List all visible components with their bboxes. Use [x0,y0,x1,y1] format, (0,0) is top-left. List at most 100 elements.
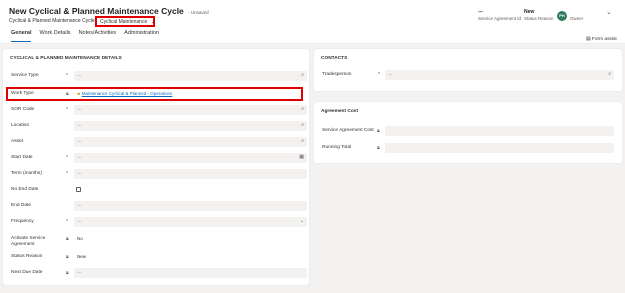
field-value: --- [77,123,82,128]
next-due-date-value: --- [74,268,307,278]
field-row-location: Location --- ⌕ [3,121,309,133]
service-agreement-cost-value [385,126,614,136]
field-label: Work Type [11,91,34,96]
field-label: Start Date [11,155,33,160]
field-row-asset: Asset --- ⌕ [3,137,309,149]
field-label: SOR Code [11,107,35,112]
work-type-link[interactable]: Maintenance Cyclical & Planned - Operati… [82,91,173,96]
tab-administration[interactable]: Administration [124,30,159,42]
field-value: New [77,254,87,259]
owner-label: Owner [570,16,584,21]
service-type-lookup[interactable]: --- ⌕ [74,71,307,81]
required-icon: * [378,72,380,78]
lock-icon: 🔒︎ [66,254,69,260]
section-title: CONTACTS [321,56,348,61]
field-value: --- [77,219,82,224]
field-row-start-date: Start Date * --- ▦ [3,153,309,165]
details-section: CYCLICAL & PLANNED MAINTENANCE DETAILS S… [3,49,309,285]
field-value: --- [77,171,82,176]
field-row-frequency: Frequency * --- ⌄ [3,217,309,229]
header-field-status-reason: New Status Reason [524,9,554,21]
record-title: New Cyclical & Planned Maintenance Cycle… [9,6,209,16]
lock-icon: 🔒︎ [377,128,380,134]
sor-code-lookup[interactable]: --- ⌕ [74,105,307,115]
tradesperson-lookup[interactable]: --- ⌕ [385,70,614,80]
term-months-input[interactable]: --- [74,169,307,179]
required-icon: * [66,219,68,225]
chevron-down-icon[interactable]: ⌄ [606,8,612,16]
chevron-down-icon: ⌄ [299,218,304,224]
field-row-work-type: Work Type 🔒︎ ▰ Maintenance Cyclical & Pl… [3,89,309,101]
frequency-select[interactable]: --- ⌄ [74,217,307,227]
required-icon: * [66,73,68,79]
field-row-activate-service-agreement: Activate Service Agreement 🔒︎ No [3,234,309,247]
field-label: Location [11,123,30,128]
field-value: --- [77,203,82,208]
field-row-end-date: End Date --- [3,201,309,213]
section-title: CYCLICAL & PLANNED MAINTENANCE DETAILS [10,56,122,61]
field-label: Status Reason [11,254,43,259]
tab-work-details[interactable]: Work Details [39,30,70,42]
field-row-tradesperson: Tradesperson * --- ⌕ [314,70,622,82]
activate-service-agreement-value: No [74,234,307,244]
search-icon[interactable]: ⌕ [301,122,304,128]
field-row-running-total: Running Total 🔒︎ [314,143,622,155]
folder-icon: ▰ [77,91,81,96]
asset-lookup[interactable]: --- ⌕ [74,137,307,147]
avatar[interactable]: PH [557,11,567,21]
end-date-input[interactable]: --- [74,201,307,211]
header-field-label: Status Reason [524,16,554,21]
field-row-next-due-date: Next Due Date 🔒︎ --- [3,268,309,280]
search-icon[interactable]: ⌕ [301,72,304,78]
header-field-service-agreement-id: --- Service Agreement Id [478,9,521,21]
field-row-term-months: Term (months) * --- [3,169,309,181]
field-label: Tradesperson [322,72,352,77]
field-value: --- [77,270,82,275]
field-value: --- [77,73,82,78]
required-icon: * [66,107,68,113]
no-end-date-checkbox[interactable] [76,187,81,192]
search-icon[interactable]: ⌕ [608,71,611,77]
lock-icon: 🔒︎ [66,236,69,242]
search-icon[interactable]: ⌕ [301,138,304,144]
field-row-service-type: Service Type * --- ⌕ [3,71,309,83]
lock-icon: 🔒︎ [66,270,69,276]
required-icon: * [66,171,68,177]
field-value: No [77,236,83,241]
field-row-sor-code: SOR Code * --- ⌕ [3,105,309,117]
tab-bar: General Work Details Notes/Activities Ad… [11,30,159,42]
field-label: No End Date [11,187,39,192]
form-assist-icon: ▤ [586,37,591,42]
lock-icon: 🔒︎ [377,145,380,151]
status-reason-value: New [74,252,307,262]
field-value: --- [77,107,82,112]
agreement-cost-section: Agreement Cost Service Agreement Cost 🔒︎… [314,102,622,163]
save-status: - Unsaved [188,10,209,15]
lock-icon: 🔒︎ [66,91,69,97]
form-assist-label: Form assist [591,37,617,42]
form-selector[interactable]: Cyclical Maintenance ⌄ [95,16,155,27]
record-title-text: New Cyclical & Planned Maintenance Cycle [9,6,184,16]
section-title: Agreement Cost [321,109,359,114]
chevron-down-icon: ⌄ [150,19,155,25]
form-selector-label: Cyclical Maintenance [100,19,148,25]
tab-notes-activities[interactable]: Notes/Activities [79,30,117,42]
field-value: --- [388,72,393,77]
field-row-no-end-date: No End Date [3,185,309,197]
entity-name: Cyclical & Planned Maintenance Cycle [9,18,95,24]
field-label: Activate Service Agreement [11,236,46,247]
field-label: Service Agreement Cost [322,128,374,133]
field-label: Next Due Date [11,270,43,275]
calendar-icon[interactable]: ▦ [299,154,304,160]
search-icon[interactable]: ⌕ [301,106,304,112]
field-label: Frequency [11,219,34,224]
location-lookup[interactable]: --- ⌕ [74,121,307,131]
form-assist-button[interactable]: ▤ Form assist [586,37,617,42]
work-type-lookup[interactable]: ▰ Maintenance Cyclical & Planned - Opera… [74,89,307,99]
required-icon: * [66,155,68,161]
field-label: Running Total [322,145,352,150]
field-value: --- [77,139,82,144]
running-total-value [385,143,614,153]
start-date-picker[interactable]: --- ▦ [74,153,307,163]
tab-general[interactable]: General [11,30,32,42]
